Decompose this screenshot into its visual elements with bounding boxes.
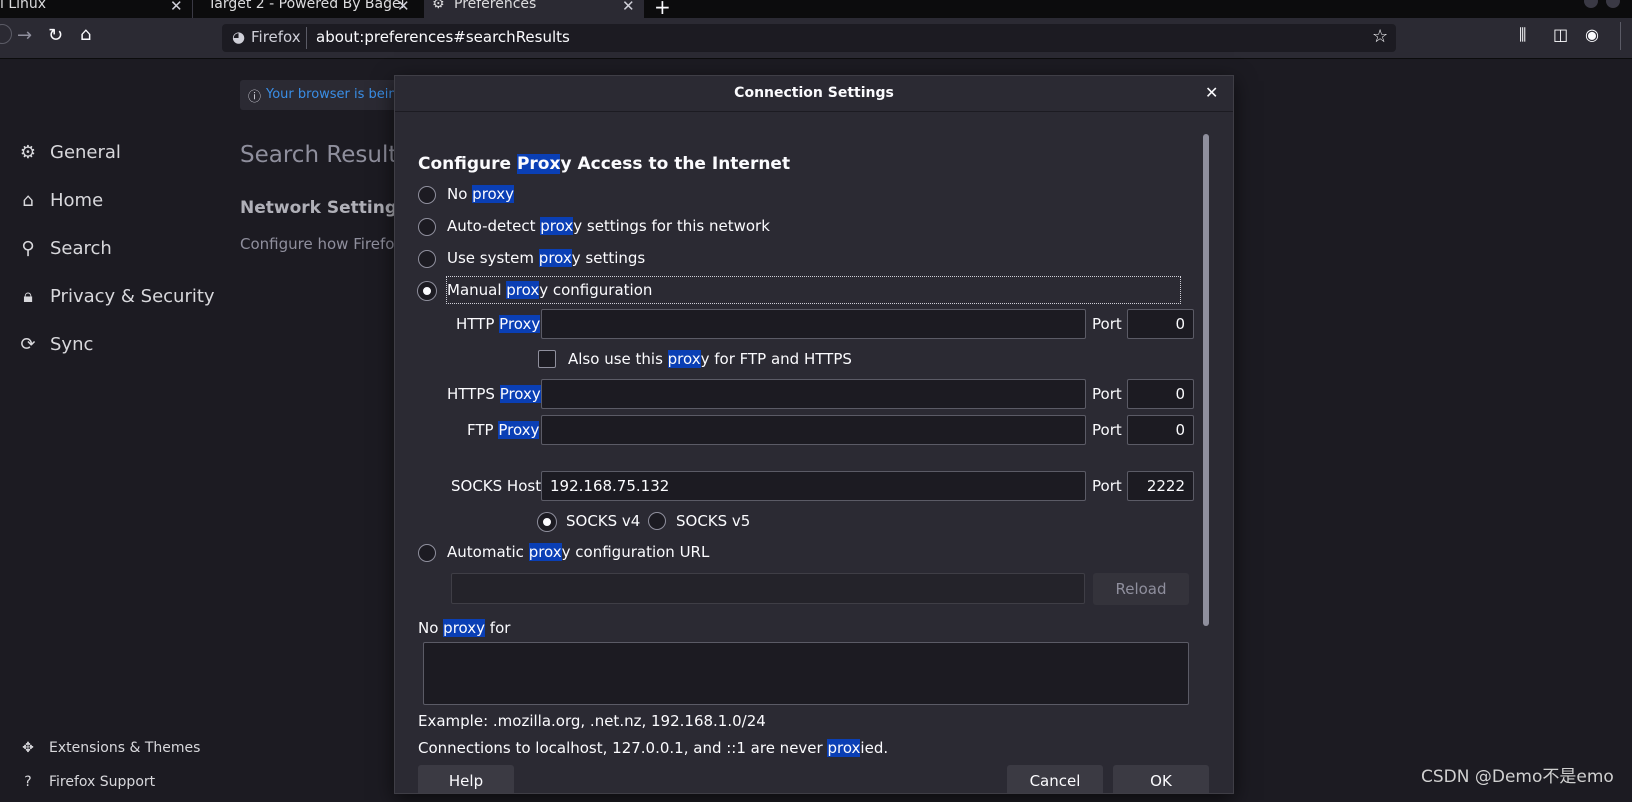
close-icon[interactable]: ✕ <box>170 0 183 15</box>
forward-icon[interactable]: → <box>17 25 32 46</box>
sync-icon: ⟳ <box>20 334 36 355</box>
cancel-button[interactable]: Cancel <box>1007 765 1103 793</box>
new-tab-icon[interactable]: + <box>654 0 671 19</box>
sidebar-item-label: Search <box>50 238 112 259</box>
footer-link-label: Extensions & Themes <box>49 740 201 756</box>
sidebar-toggle-icon[interactable]: ◫ <box>1553 25 1568 44</box>
also-use-checkbox[interactable] <box>538 350 556 368</box>
radio-manual-proxy[interactable] <box>418 282 436 300</box>
notice-link[interactable]: Your browser is being <box>266 87 405 102</box>
info-icon: ⓘ <box>248 90 262 105</box>
socks-host-label: SOCKS Host <box>451 477 542 495</box>
https-proxy-input[interactable] <box>541 379 1086 409</box>
localhost-note: Connections to localhost, 127.0.0.1, and… <box>418 739 889 757</box>
no-proxy-for-textarea[interactable] <box>423 642 1189 705</box>
http-proxy-label: HTTP Proxy <box>456 315 541 333</box>
tab-target[interactable]: Target 2 - Powered By Bagel ✕ <box>193 0 422 18</box>
home-icon: ⌂ <box>22 190 34 211</box>
radio-auto-config-url[interactable] <box>418 544 436 562</box>
close-icon[interactable]: ✕ <box>1205 83 1218 102</box>
http-port-label: Port <box>1092 315 1122 333</box>
identity-label: Firefox <box>251 28 301 46</box>
socks-host-input[interactable]: 192.168.75.132 <box>541 471 1086 501</box>
auto-config-url-input[interactable] <box>451 573 1085 604</box>
radio-socks-v4[interactable] <box>538 513 556 531</box>
option-no-proxy-label[interactable]: No proxy <box>447 185 515 203</box>
no-proxy-for-label: No proxy for <box>418 619 511 637</box>
http-port-input[interactable]: 0 <box>1127 309 1194 339</box>
help-button[interactable]: Help <box>418 765 514 793</box>
radio-socks-v5[interactable] <box>648 512 666 530</box>
gear-icon: ⚙ <box>432 0 445 12</box>
https-port-label: Port <box>1092 385 1122 403</box>
close-icon[interactable]: ✕ <box>622 0 635 15</box>
search-icon: ⚲ <box>21 238 35 259</box>
tab-title: i Linux <box>0 0 47 12</box>
connection-settings-dialog: Connection Settings ✕ Configure Proxy Ac… <box>394 75 1234 794</box>
network-settings-desc: Configure how Firefo <box>240 235 395 253</box>
tab-title: Preferences <box>454 0 537 12</box>
reload-button[interactable]: Reload <box>1093 573 1189 605</box>
sidebar-item-label: Home <box>50 190 104 211</box>
help-icon: ? <box>24 774 32 790</box>
https-port-input[interactable]: 0 <box>1127 379 1194 409</box>
sidebar-item-label: General <box>50 142 121 163</box>
maximize-icon[interactable] <box>1606 0 1620 8</box>
dialog-title: Connection Settings <box>734 85 894 101</box>
minimize-icon[interactable] <box>1584 0 1598 8</box>
option-system-label[interactable]: Use system proxy settings <box>447 249 645 267</box>
tab-title: Target 2 - Powered By Bagel <box>208 0 405 12</box>
ftp-proxy-label: FTP Proxy <box>467 421 540 439</box>
account-icon[interactable]: ◉ <box>1585 25 1599 44</box>
scrollbar-thumb[interactable] <box>1203 134 1209 626</box>
network-settings-heading: Network Settings <box>240 198 408 218</box>
socks-v4-label[interactable]: SOCKS v4 <box>566 512 640 530</box>
back-icon[interactable] <box>0 24 12 44</box>
radio-no-proxy[interactable] <box>418 186 436 204</box>
sidebar-item-label: Sync <box>50 334 94 355</box>
ok-button[interactable]: OK <box>1113 765 1209 793</box>
ftp-port-label: Port <box>1092 421 1122 439</box>
url-text[interactable]: about:preferences#searchResults <box>316 28 570 46</box>
lock-icon: 🔒︎ <box>23 286 33 307</box>
socks-port-input[interactable]: 2222 <box>1127 471 1194 501</box>
tab-kali[interactable]: i Linux ✕ <box>0 0 190 18</box>
close-icon[interactable]: ✕ <box>397 0 410 15</box>
bookmark-star-icon[interactable]: ☆ <box>1372 26 1388 47</box>
sidebar-item-label: Privacy & Security <box>50 286 215 307</box>
footer-link-label: Firefox Support <box>49 774 156 790</box>
socks-v5-label[interactable]: SOCKS v5 <box>676 512 750 530</box>
option-auto-detect-label[interactable]: Auto-detect proxy settings for this netw… <box>447 217 770 235</box>
dialog-titlebar: Connection Settings ✕ <box>395 76 1233 112</box>
also-use-label[interactable]: Also use this proxy for FTP and HTTPS <box>568 350 852 368</box>
tab-strip: i Linux ✕ Target 2 - Powered By Bagel ✕ … <box>0 0 1632 19</box>
https-proxy-label: HTTPS Proxy <box>447 385 541 403</box>
http-proxy-input[interactable] <box>541 309 1086 339</box>
search-results-title: Search Results <box>240 142 410 168</box>
reload-icon[interactable]: ↻ <box>48 25 63 46</box>
option-auto-url-label[interactable]: Automatic proxy configuration URL <box>447 543 709 561</box>
tab-preferences[interactable]: ⚙ Preferences ✕ <box>424 0 644 18</box>
radio-auto-detect[interactable] <box>418 218 436 236</box>
ftp-port-input[interactable]: 0 <box>1127 415 1194 445</box>
library-icon[interactable]: ⫼ <box>1519 25 1526 45</box>
ftp-proxy-input[interactable] <box>541 415 1086 445</box>
puzzle-icon: ✥ <box>22 740 34 756</box>
dialog-heading: Configure Proxy Access to the Internet <box>418 154 791 174</box>
policy-notice[interactable]: ⓘ Your browser is being <box>240 80 405 110</box>
example-text: Example: .mozilla.org, .net.nz, 192.168.… <box>418 712 766 730</box>
url-bar[interactable]: ◕ Firefox about:preferences#searchResult… <box>222 24 1396 52</box>
option-manual-label[interactable]: Manual proxy configuration <box>447 281 652 299</box>
radio-system-proxy[interactable] <box>418 250 436 268</box>
firefox-icon: ◕ <box>232 28 246 46</box>
socks-port-label: Port <box>1092 477 1122 495</box>
gear-icon: ⚙ <box>19 142 37 163</box>
home-icon[interactable]: ⌂ <box>80 24 91 45</box>
watermark: CSDN @Demo不是emo <box>1421 767 1614 787</box>
